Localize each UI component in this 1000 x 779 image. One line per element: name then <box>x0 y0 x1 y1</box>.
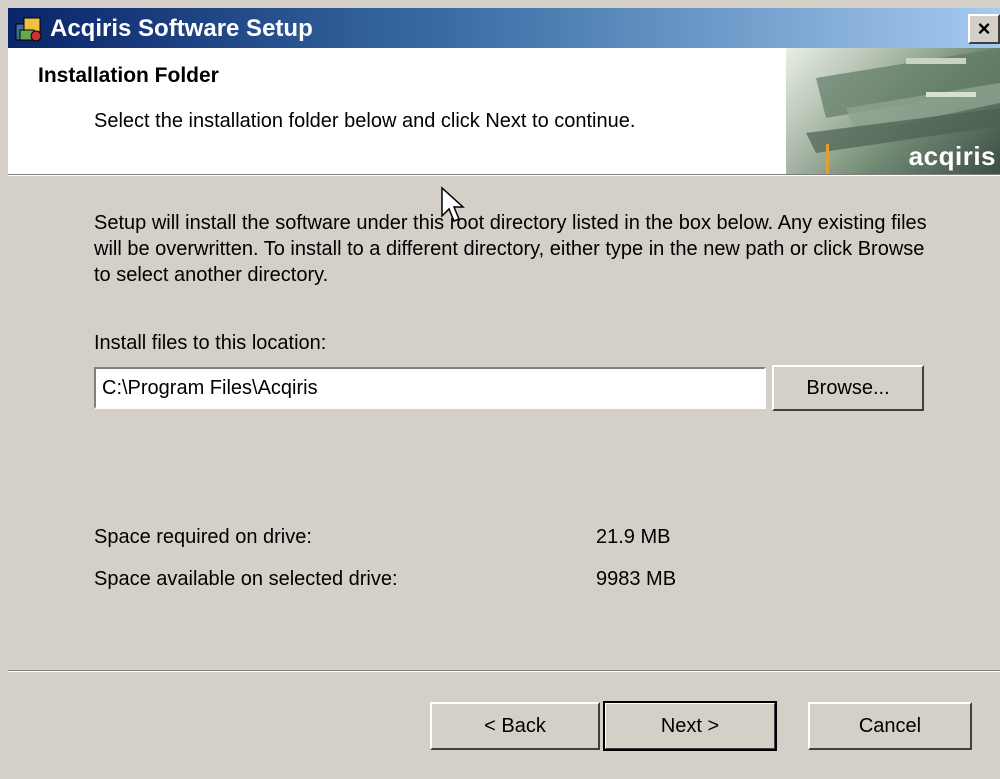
wizard-header: Installation Folder Select the installat… <box>8 48 1000 174</box>
brand-banner: acqiris <box>786 48 1000 174</box>
title-bar[interactable]: Acqiris Software Setup × <box>8 8 1000 48</box>
install-path-input[interactable] <box>94 367 766 409</box>
brand-logo-text: acqiris <box>908 141 996 171</box>
cancel-button[interactable]: Cancel <box>808 702 972 750</box>
instructions-text: Setup will install the software under th… <box>94 212 927 286</box>
page-title: Installation Folder <box>38 64 219 87</box>
setup-dialog: Acqiris Software Setup × Installation Fo… <box>0 0 1000 779</box>
next-button[interactable]: Next > <box>603 701 777 751</box>
header-divider <box>8 174 1000 176</box>
close-icon: × <box>977 16 991 41</box>
page-subtitle: Select the installation folder below and… <box>94 110 636 132</box>
close-button[interactable]: × <box>968 14 1000 44</box>
footer-divider <box>8 670 1000 672</box>
location-label: Install files to this location: <box>94 332 327 354</box>
space-required-value: 21.9 MB <box>596 526 671 548</box>
window-title: Acqiris Software Setup <box>50 15 313 42</box>
space-available-value: 9983 MB <box>596 568 677 590</box>
back-button[interactable]: < Back <box>430 702 600 750</box>
setup-app-icon <box>15 17 42 42</box>
mouse-pointer-icon <box>441 186 465 222</box>
browse-button[interactable]: Browse... <box>772 365 924 411</box>
space-required-label: Space required on drive: <box>94 526 312 548</box>
space-available-label: Space available on selected drive: <box>94 568 398 590</box>
